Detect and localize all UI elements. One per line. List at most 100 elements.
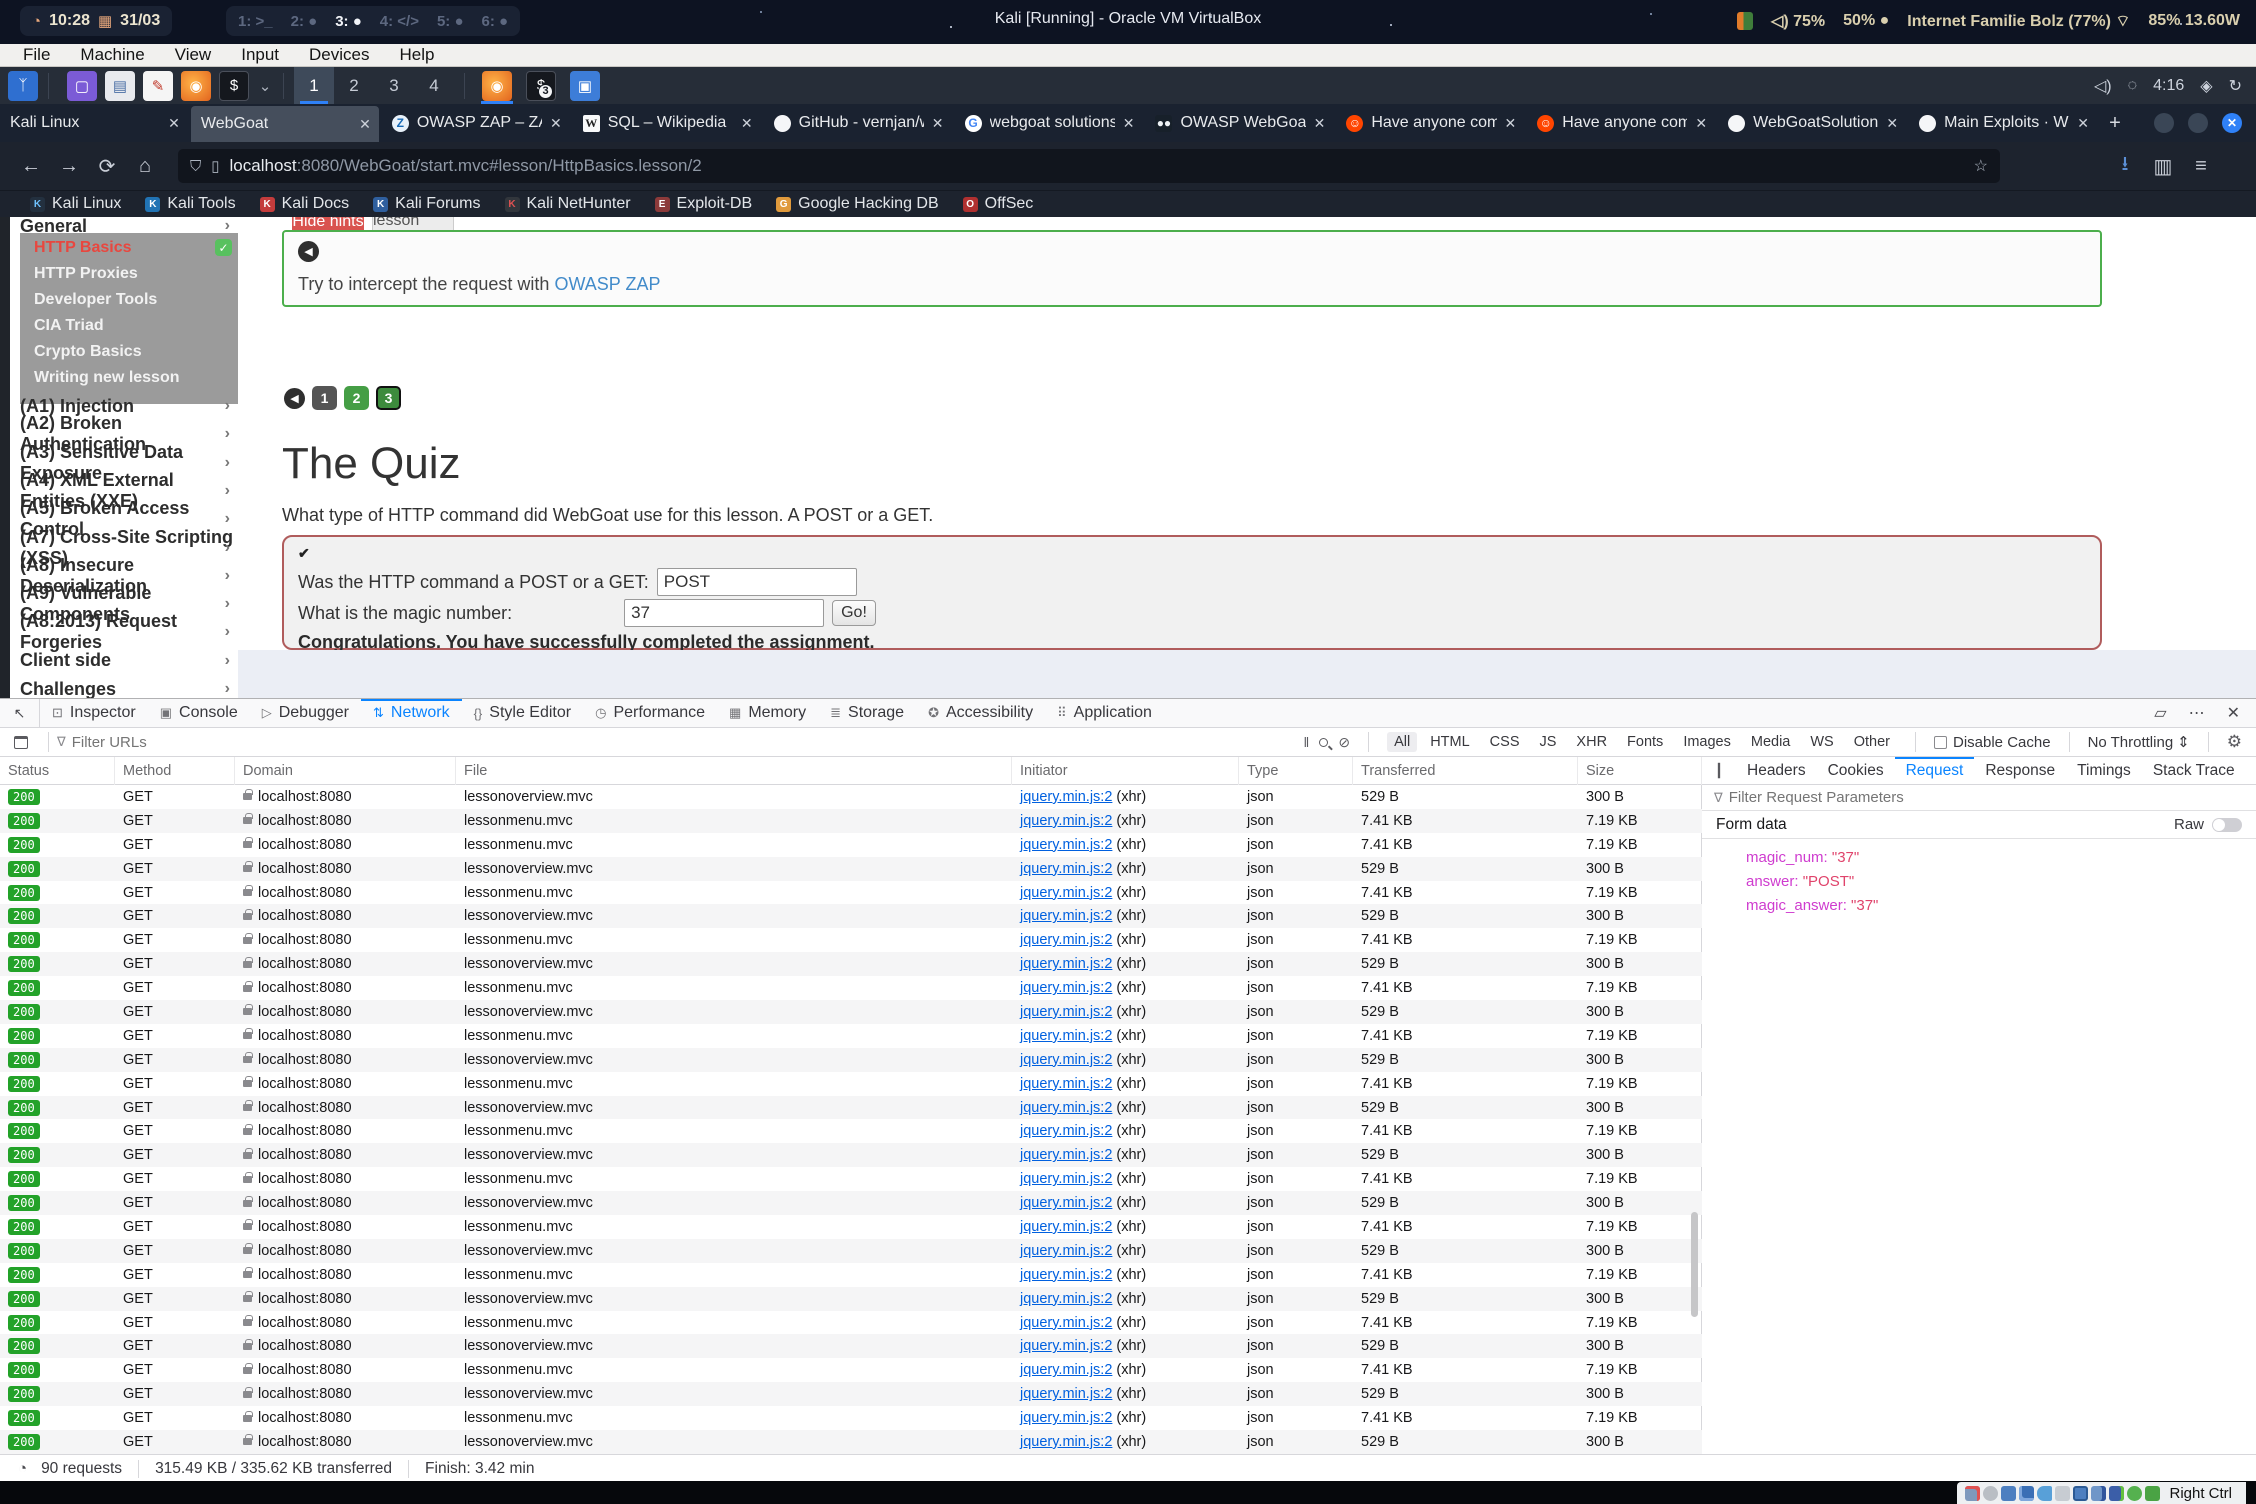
table-row[interactable]: 200GETlocalhost:8080lessonoverview.mvcjq…: [0, 785, 1702, 809]
tray-volume-icon[interactable]: ◁): [2094, 76, 2112, 96]
maximize-button[interactable]: [2188, 113, 2208, 133]
tab-close-icon[interactable]: ✕: [1123, 115, 1135, 132]
devtools-tab-console[interactable]: ▣Console: [148, 699, 250, 727]
arrow-status-icon[interactable]: [2145, 1486, 2160, 1501]
vbox-menu-view[interactable]: View: [162, 45, 225, 65]
initiator-link[interactable]: jquery.min.js:2: [1020, 885, 1112, 901]
url-text[interactable]: localhost:8080/WebGoat/start.mvc#lesson/…: [230, 156, 1964, 176]
devtools-tab-style-editor[interactable]: {}Style Editor: [462, 699, 584, 727]
table-row[interactable]: 200GETlocalhost:8080lessonoverview.mvcjq…: [0, 904, 1702, 928]
browser-tab-1[interactable]: Kali Linux✕: [0, 104, 188, 142]
initiator-link[interactable]: jquery.min.js:2: [1020, 980, 1112, 996]
table-row[interactable]: 200GETlocalhost:8080lessonoverview.mvcjq…: [0, 1048, 1702, 1072]
initiator-link[interactable]: jquery.min.js:2: [1020, 1147, 1112, 1163]
go-button[interactable]: Go!: [832, 600, 876, 626]
filter-pill-ws[interactable]: WS: [1803, 732, 1840, 752]
sidebar-item-cia-triad[interactable]: CIA Triad: [34, 317, 104, 335]
vbox-menu-machine[interactable]: Machine: [67, 45, 157, 65]
initiator-link[interactable]: jquery.min.js:2: [1020, 1386, 1112, 1402]
audio-status-icon[interactable]: [2001, 1486, 2016, 1501]
column-header-size[interactable]: Size: [1578, 757, 1702, 785]
column-header-file[interactable]: File: [456, 757, 1012, 785]
taskbar-folder-window[interactable]: ▣: [563, 67, 607, 104]
filter-pill-images[interactable]: Images: [1676, 732, 1738, 752]
firefox-launcher-icon[interactable]: ◉: [181, 71, 211, 101]
tab-close-icon[interactable]: ✕: [1314, 115, 1326, 132]
table-row[interactable]: 200GETlocalhost:8080lessonmenu.mvcjquery…: [0, 1167, 1702, 1191]
table-row[interactable]: 200GETlocalhost:8080lessonmenu.mvcjquery…: [0, 1119, 1702, 1143]
devtools-menu-icon[interactable]: ⋯: [2189, 703, 2205, 723]
table-row[interactable]: 200GETlocalhost:8080lessonoverview.mvcjq…: [0, 1096, 1702, 1120]
display-status-icon[interactable]: [2073, 1486, 2088, 1501]
table-row[interactable]: 200GETlocalhost:8080lessonmenu.mvcjquery…: [0, 833, 1702, 857]
initiator-link[interactable]: jquery.min.js:2: [1020, 789, 1112, 805]
column-header-type[interactable]: Type: [1239, 757, 1353, 785]
raw-toggle-switch[interactable]: [2212, 818, 2242, 832]
column-header-status[interactable]: Status: [0, 757, 115, 785]
initiator-link[interactable]: jquery.min.js:2: [1020, 1434, 1112, 1450]
table-row[interactable]: 200GETlocalhost:8080lessonoverview.mvcjq…: [0, 952, 1702, 976]
initiator-link[interactable]: jquery.min.js:2: [1020, 1052, 1112, 1068]
initiator-link[interactable]: jquery.min.js:2: [1020, 837, 1112, 853]
browser-tab-11[interactable]: Main Exploits · WebG✕: [1909, 104, 2097, 142]
initiator-link[interactable]: jquery.min.js:2: [1020, 1338, 1112, 1354]
tab-close-icon[interactable]: ✕: [1695, 115, 1707, 132]
home-button[interactable]: ⌂: [126, 155, 164, 178]
initiator-link[interactable]: jquery.min.js:2: [1020, 1195, 1112, 1211]
initiator-link[interactable]: jquery.min.js:2: [1020, 1291, 1112, 1307]
table-row[interactable]: 200GETlocalhost:8080lessonoverview.mvcjq…: [0, 857, 1702, 881]
window-app-icon[interactable]: ▢: [67, 71, 97, 101]
initiator-link[interactable]: jquery.min.js:2: [1020, 956, 1112, 972]
table-row[interactable]: 200GETlocalhost:8080lessonmenu.mvcjquery…: [0, 976, 1702, 1000]
initiator-link[interactable]: jquery.min.js:2: [1020, 861, 1112, 877]
table-row[interactable]: 200GETlocalhost:8080lessonoverview.mvcjq…: [0, 1000, 1702, 1024]
table-row[interactable]: 200GETlocalhost:8080lessonmenu.mvcjquery…: [0, 1406, 1702, 1430]
initiator-link[interactable]: jquery.min.js:2: [1020, 1410, 1112, 1426]
reload-button[interactable]: ⟳: [88, 154, 126, 179]
table-row[interactable]: 200GETlocalhost:8080lessonoverview.mvcjq…: [0, 1334, 1702, 1358]
raw-toggle-control[interactable]: Raw: [2174, 816, 2242, 833]
network-status-icon[interactable]: [2019, 1486, 2034, 1501]
optical-status-icon[interactable]: [1983, 1486, 1998, 1501]
devtools-tab-network[interactable]: ⇅Network: [361, 699, 462, 727]
initiator-link[interactable]: jquery.min.js:2: [1020, 1076, 1112, 1092]
tab-close-icon[interactable]: ✕: [1505, 115, 1517, 132]
sidebar-item-writing-new-lesson[interactable]: Writing new lesson: [34, 369, 180, 387]
document-app-icon[interactable]: ✎: [143, 71, 173, 101]
vbox-menu-help[interactable]: Help: [387, 45, 448, 65]
bookmark-forums[interactable]: KKali Forums: [373, 195, 480, 213]
vbox-menu-devices[interactable]: Devices: [296, 45, 382, 65]
column-header-initiator[interactable]: Initiator: [1012, 757, 1239, 785]
page-button-3[interactable]: 3: [376, 386, 401, 410]
folder-status-icon[interactable]: [2055, 1486, 2070, 1501]
filter-request-params-input[interactable]: [1729, 789, 2029, 806]
filter-pill-all[interactable]: All: [1387, 732, 1417, 752]
request-tab-headers[interactable]: Headers: [1736, 757, 1817, 784]
table-row[interactable]: 200GETlocalhost:8080lessonoverview.mvcjq…: [0, 1143, 1702, 1167]
taskbar-workspace-4[interactable]: 4: [414, 67, 454, 104]
browser-tab-8[interactable]: ☺Have anyone comple✕: [1336, 104, 1524, 142]
table-row[interactable]: 200GETlocalhost:8080lessonoverview.mvcjq…: [0, 1382, 1702, 1406]
bookmark-ghdb[interactable]: GGoogle Hacking DB: [776, 195, 939, 213]
prev-hint-icon[interactable]: ◀: [298, 241, 319, 262]
initiator-link[interactable]: jquery.min.js:2: [1020, 1362, 1112, 1378]
clipboard-status-icon[interactable]: [2127, 1486, 2142, 1501]
sidebar-toggle-icon[interactable]: ▥: [2144, 154, 2182, 179]
taskbar-workspace-2[interactable]: 2: [334, 67, 374, 104]
throttling-dropdown[interactable]: No Throttling ⇕: [2088, 733, 2190, 751]
initiator-link[interactable]: jquery.min.js:2: [1020, 908, 1112, 924]
request-tab-cookies[interactable]: Cookies: [1817, 757, 1895, 784]
browser-tab-2[interactable]: WebGoat✕: [191, 106, 379, 142]
initiator-link[interactable]: jquery.min.js:2: [1020, 813, 1112, 829]
collapse-panel-icon[interactable]: ▕▏: [1702, 757, 1736, 784]
sidebar-item-http-proxies[interactable]: HTTP Proxies: [34, 265, 138, 283]
back-button[interactable]: ←: [12, 155, 50, 178]
block-icon[interactable]: ⊘: [1338, 734, 1350, 751]
table-row[interactable]: 200GETlocalhost:8080lessonmenu.mvcjquery…: [0, 1024, 1702, 1048]
request-tab-timings[interactable]: Timings: [2066, 757, 2142, 784]
usb-status-icon[interactable]: [2037, 1486, 2052, 1501]
recording-status-icon[interactable]: [2091, 1486, 2106, 1501]
taskbar-clock[interactable]: 4:16: [2153, 77, 2184, 95]
devtools-tab-memory[interactable]: ▦Memory: [717, 699, 818, 727]
vbox-menu-input[interactable]: Input: [228, 45, 292, 65]
